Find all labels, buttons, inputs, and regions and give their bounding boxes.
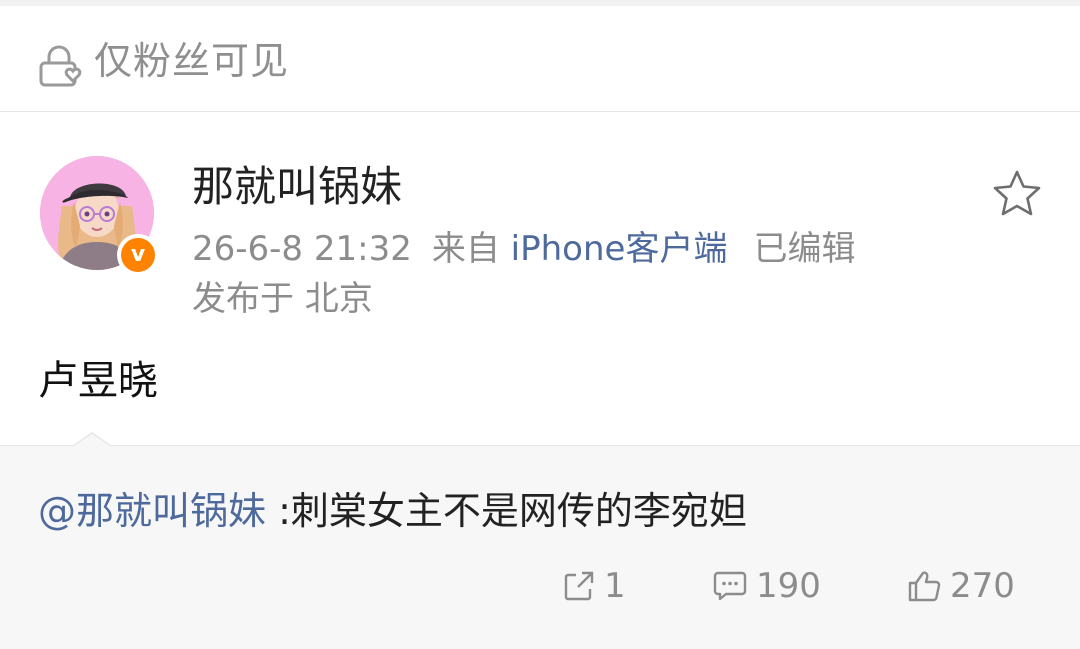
repost-notch-inner (73, 434, 111, 447)
post-meta: 26-6-8 21:32 来自 iPhone客户端 已编辑 (192, 226, 855, 272)
repost-button[interactable]: 1 (562, 560, 626, 612)
repost-text: :刺棠女主不是网传的李宛妲 (266, 489, 747, 533)
weibo-post-page: 仅粉丝可见 v 那就叫锅妹 26-6-8 21:32 来自 iPhone客户端 … (0, 0, 1080, 649)
visibility-bar: 仅粉丝可见 (0, 6, 1080, 112)
lock-heart-icon (39, 45, 82, 87)
post-time: 26-6-8 21:32 (192, 229, 412, 269)
comment-count: 190 (756, 566, 821, 606)
edited-label[interactable]: 已编辑 (753, 229, 855, 269)
repost-card[interactable]: @那就叫锅妹 :刺棠女主不是网传的李宛妲 1 190 270 (0, 432, 1080, 649)
post-text: 卢昱晓 (38, 358, 158, 404)
repost-content: @那就叫锅妹 :刺棠女主不是网传的李宛妲 (38, 486, 747, 536)
star-outline-icon[interactable] (990, 168, 1044, 220)
comment-button[interactable]: 190 (712, 560, 821, 612)
source-prefix: 来自 (431, 229, 500, 269)
repost-mention-link[interactable]: @那就叫锅妹 (38, 489, 266, 533)
author-name[interactable]: 那就叫锅妹 (192, 160, 402, 214)
like-count: 270 (950, 566, 1015, 606)
share-icon (564, 571, 594, 601)
like-button[interactable]: 270 (906, 560, 1015, 612)
verified-badge-icon: v (117, 234, 159, 276)
thumbs-up-icon (908, 571, 941, 602)
post-location: 发布于 北京 (192, 279, 373, 319)
repost-count: 1 (604, 566, 626, 606)
visibility-label: 仅粉丝可见 (94, 39, 290, 83)
source-link[interactable]: iPhone客户端 (511, 229, 728, 269)
comment-icon (713, 571, 747, 601)
action-bar: 1 190 270 (0, 560, 1080, 612)
